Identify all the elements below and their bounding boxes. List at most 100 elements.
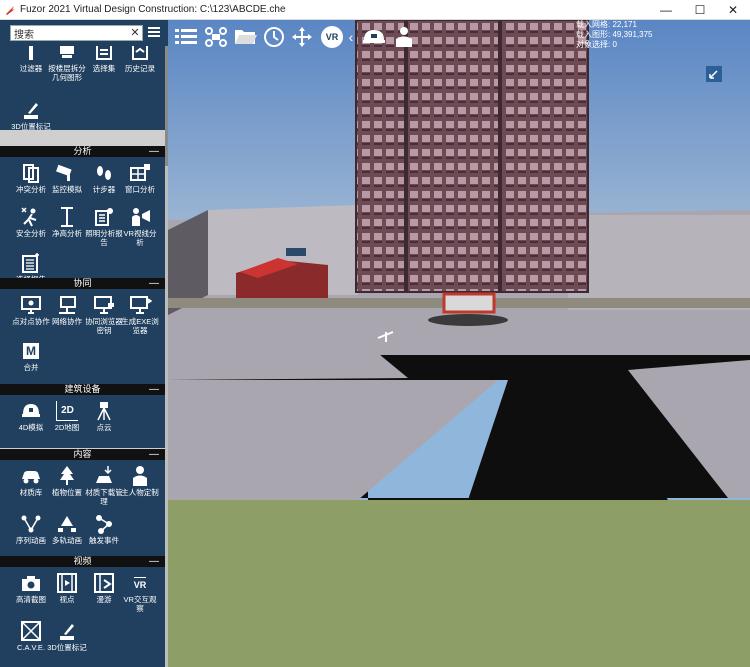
camera-monitor-icon bbox=[47, 161, 87, 185]
tool-monitor[interactable]: 监控模拟 bbox=[47, 161, 87, 194]
tool-material-lib[interactable]: 材质库 bbox=[11, 464, 51, 497]
tool-label: 3D位置标记 bbox=[11, 122, 51, 130]
tool-multitrack[interactable]: 多轨动画 bbox=[47, 512, 87, 545]
point-cloud-icon bbox=[84, 399, 124, 423]
tool-walkthrough[interactable]: 漫游 bbox=[84, 571, 124, 604]
collapse-icon[interactable]: — bbox=[149, 449, 159, 460]
tool-sequence[interactable]: 序列动画 bbox=[11, 512, 51, 545]
section-title: 协同 bbox=[73, 278, 92, 288]
download-icon bbox=[84, 464, 124, 488]
tool-browser-key[interactable]: 协同浏览器密钥 bbox=[84, 293, 124, 335]
close-icon: ✕ bbox=[727, 3, 739, 17]
tool-merge[interactable]: M 合并 bbox=[11, 339, 51, 372]
clash-icon bbox=[11, 161, 51, 185]
app-logo-icon bbox=[0, 0, 20, 20]
tool-cave[interactable]: C.A.V.E. bbox=[11, 619, 51, 652]
tool-history[interactable]: 历史记录 bbox=[120, 46, 160, 73]
tool-lighting[interactable]: 照明分析报告 bbox=[84, 205, 124, 247]
tool-label: 照明分析报告 bbox=[85, 229, 123, 247]
collapse-icon[interactable]: — bbox=[149, 384, 159, 395]
tool-point-cloud[interactable]: 点云 bbox=[84, 399, 124, 432]
tool-split-geometry[interactable]: 按楼层拆分几何图形 bbox=[47, 46, 87, 82]
section-header-collab[interactable]: 协同 — bbox=[0, 278, 165, 289]
tool-viewpoint[interactable]: 视点 bbox=[47, 571, 87, 604]
tool-exe[interactable]: 生成EXE浏览器 bbox=[120, 293, 160, 335]
tool-label: 触发事件 bbox=[89, 536, 119, 545]
restore-view-button[interactable] bbox=[705, 65, 723, 83]
section-title: 建筑设备 bbox=[64, 384, 101, 394]
tool-label: 多轨动画 bbox=[52, 536, 82, 545]
sidebar: ✕ 过滤器 按楼层拆分几何图形 选择集 历史记录 3D位置标记 分析 — bbox=[0, 20, 168, 667]
tool-clearance[interactable]: 净高分析 bbox=[47, 205, 87, 238]
tool-label: 2D地图 bbox=[54, 423, 80, 432]
vr-sight-icon bbox=[120, 205, 160, 229]
tool-4d[interactable]: 4D模拟 bbox=[11, 399, 51, 432]
tool-network[interactable]: 网络协作 bbox=[47, 293, 87, 326]
list-icon[interactable] bbox=[172, 24, 200, 50]
tool-label: 协同浏览器密钥 bbox=[85, 317, 123, 335]
search-clear-icon[interactable]: ✕ bbox=[128, 25, 142, 41]
section-header-building[interactable]: 建筑设备 — bbox=[0, 384, 165, 395]
tool-vr-interact[interactable]: VR VR交互观察 bbox=[120, 571, 160, 613]
tool-2d-map[interactable]: 2D 2D地图 bbox=[47, 399, 87, 432]
collapse-chevron-icon[interactable]: ‹ bbox=[344, 24, 358, 50]
tool-3d-marker[interactable]: 3D位置标记 bbox=[11, 98, 51, 130]
scene-stats: 载入网格: 22,171 载入图形: 49,391,375 对象选择: 0 bbox=[576, 20, 656, 50]
cave-icon bbox=[11, 619, 51, 643]
close-button[interactable]: ✕ bbox=[716, 0, 750, 20]
tool-plant[interactable]: 植物位置 bbox=[47, 464, 87, 497]
maximize-icon: ☐ bbox=[694, 3, 706, 17]
tool-label: VR视线分析 bbox=[123, 229, 157, 247]
tool-material-download[interactable]: 材质下载管理 bbox=[84, 464, 124, 506]
section-title: 内容 bbox=[73, 449, 92, 459]
section-header-video[interactable]: 视频 — bbox=[0, 556, 165, 567]
tool-window-analysis[interactable]: 窗口分析 bbox=[120, 161, 160, 194]
sequence-icon bbox=[11, 512, 51, 536]
stat-mesh: 载入网格: 22,171 bbox=[576, 20, 637, 29]
tool-p2p[interactable]: 点对点协作 bbox=[11, 293, 51, 326]
tool-filter[interactable]: 过滤器 bbox=[11, 46, 51, 73]
tool-safety[interactable]: 安全分析 bbox=[11, 205, 51, 238]
collapse-icon[interactable]: — bbox=[149, 146, 159, 157]
tool-trigger[interactable]: 触发事件 bbox=[84, 512, 124, 545]
3d-viewport[interactable]: VR ‹ 载入网格: 22,171 载入图形: 49,391,375 对象选择:… bbox=[168, 20, 750, 667]
person-icon bbox=[120, 464, 160, 488]
maximize-button[interactable]: ☐ bbox=[683, 0, 717, 20]
tool-label: C.A.V.E. bbox=[16, 643, 46, 652]
tool-selection-set[interactable]: 选择集 bbox=[84, 46, 124, 73]
safety-icon bbox=[11, 205, 51, 229]
2d-map-icon: 2D bbox=[47, 399, 87, 423]
tool-3d-marker-video[interactable]: 3D位置标记 bbox=[47, 619, 87, 652]
tool-person[interactable]: 主人物定制 bbox=[120, 464, 160, 497]
tool-screenshot[interactable]: 高清截图 bbox=[11, 571, 51, 604]
tool-label: 序列动画 bbox=[16, 536, 46, 545]
user-icon[interactable] bbox=[390, 24, 418, 50]
main-toolbar: VR ‹ bbox=[168, 20, 750, 54]
tool-clash[interactable]: 冲突分析 bbox=[11, 161, 51, 194]
helmet-icon[interactable] bbox=[360, 24, 388, 50]
tree-icon bbox=[47, 464, 87, 488]
section-header-analysis[interactable]: 分析 — bbox=[0, 146, 165, 157]
tool-label: 按楼层拆分几何图形 bbox=[48, 64, 86, 82]
tool-vr-sight[interactable]: VR视线分析 bbox=[120, 205, 160, 247]
collapse-icon[interactable]: — bbox=[149, 278, 159, 289]
filter-icon bbox=[11, 46, 51, 64]
move-icon[interactable] bbox=[288, 24, 316, 50]
3d-marker-icon bbox=[11, 98, 51, 122]
search-input[interactable] bbox=[10, 25, 143, 41]
drone-icon[interactable] bbox=[202, 24, 230, 50]
tool-footsteps[interactable]: 计步器 bbox=[84, 161, 124, 194]
section-header-content[interactable]: 内容 — bbox=[0, 449, 165, 460]
folder-icon[interactable] bbox=[232, 24, 260, 50]
tool-label: 材质库 bbox=[19, 488, 43, 497]
clock-icon[interactable] bbox=[260, 24, 288, 50]
tool-label: 主人物定制 bbox=[121, 488, 159, 497]
car-icon bbox=[11, 464, 51, 488]
vr-icon[interactable]: VR bbox=[318, 24, 346, 50]
restore-icon bbox=[706, 66, 722, 82]
tool-label: 4D模拟 bbox=[18, 423, 44, 432]
hamburger-menu-icon[interactable] bbox=[148, 27, 160, 39]
minimize-button[interactable]: — bbox=[649, 0, 683, 20]
collapse-icon[interactable]: — bbox=[149, 556, 159, 567]
merge-glyph: M bbox=[23, 343, 39, 359]
